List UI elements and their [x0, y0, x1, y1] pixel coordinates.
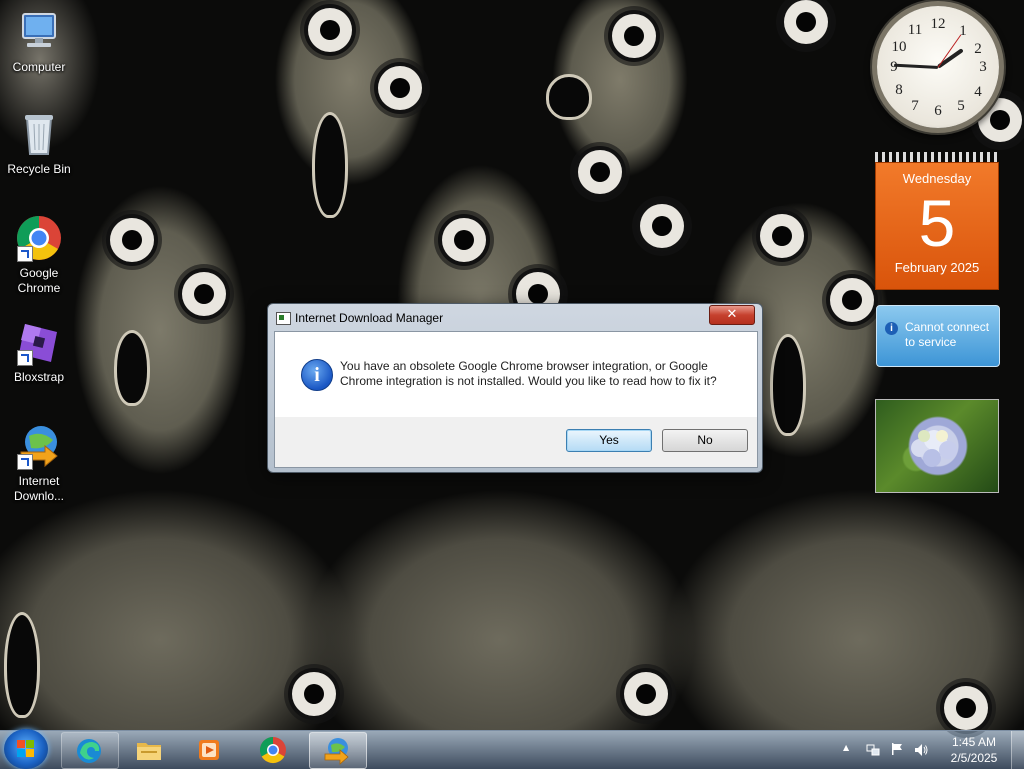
- close-button[interactable]: ✕: [709, 305, 755, 325]
- wallpaper-eye: [308, 8, 352, 52]
- network-icon[interactable]: [866, 743, 880, 757]
- recycle-bin-icon: [15, 110, 63, 158]
- clock-number: 7: [911, 98, 919, 114]
- clock-number: 11: [907, 22, 923, 38]
- taskbar: ▲ 1:45 AM 2/5/2025: [0, 729, 1024, 769]
- idm-icon: [15, 422, 63, 470]
- clock-number: 10: [891, 39, 907, 55]
- shortcut-arrow-icon: [17, 454, 33, 470]
- action-center-flag-icon[interactable]: [890, 742, 904, 756]
- desktop-icon-computer[interactable]: Computer: [1, 8, 77, 75]
- idm-icon: [324, 738, 349, 765]
- clock-gadget[interactable]: 12 1 2 3 4 5 6 7 8 9 10 11: [877, 6, 999, 128]
- calendar-day-number: 5: [918, 186, 956, 260]
- shortcut-arrow-icon: [17, 350, 33, 366]
- clock-number: 3: [979, 59, 987, 75]
- media-player-icon: [199, 740, 219, 760]
- wallpaper-eye: [292, 672, 336, 716]
- calendar-page: Wednesday 5 February 2025: [875, 162, 999, 290]
- desktop-icon-bloxstrap[interactable]: Bloxstrap: [1, 318, 77, 385]
- clock-hour-hand: [936, 48, 964, 69]
- wallpaper-eye: [578, 150, 622, 194]
- desktop-icon-label: Recycle Bin: [7, 162, 71, 176]
- wallpaper-mouth: [770, 334, 806, 436]
- clock-number: 5: [957, 98, 965, 114]
- desktop-icon-internet-download-manager[interactable]: Internet Downlo...: [1, 422, 77, 504]
- desktop-icon-label: Computer: [12, 60, 66, 74]
- desktop-icon-recycle-bin[interactable]: Recycle Bin: [1, 110, 77, 177]
- calendar-gadget[interactable]: Wednesday 5 February 2025: [875, 152, 999, 290]
- shortcut-arrow-icon: [17, 246, 33, 262]
- info-icon: i: [885, 322, 898, 335]
- computer-icon: [15, 8, 63, 56]
- slideshow-gadget[interactable]: [875, 399, 999, 493]
- clock-number: 8: [895, 82, 903, 98]
- wallpaper-eye: [624, 672, 668, 716]
- bloxstrap-icon: [15, 318, 63, 366]
- wallpaper-eye: [640, 204, 684, 248]
- edge-icon: [77, 739, 101, 763]
- info-icon: i: [301, 359, 333, 391]
- show-hidden-icons-button[interactable]: ▲: [843, 743, 849, 752]
- wallpaper-eye: [378, 66, 422, 110]
- wallpaper-eye: [442, 218, 486, 262]
- wallpaper-eye: [612, 14, 656, 58]
- start-button[interactable]: [4, 729, 48, 769]
- chrome-icon: [15, 214, 63, 262]
- windows-logo-icon: [17, 740, 35, 758]
- dialog-message-area: i You have an obsolete Google Chrome bro…: [275, 332, 757, 417]
- yes-button[interactable]: Yes: [566, 429, 652, 452]
- idm-app-icon: [276, 312, 291, 325]
- wallpaper-mouth: [4, 612, 40, 718]
- volume-icon[interactable]: [914, 743, 928, 757]
- desktop-icon-label: Bloxstrap: [13, 370, 65, 384]
- hydrangea-photo: [911, 430, 957, 467]
- calendar-rings: [875, 152, 999, 162]
- clock-number: 2: [974, 41, 982, 57]
- desktop-icon-google-chrome[interactable]: Google Chrome: [1, 214, 77, 296]
- chrome-icon: [259, 736, 286, 764]
- wallpaper-mouth: [312, 112, 348, 218]
- wallpaper-mouth: [114, 330, 150, 406]
- calendar-month-year: February 2025: [894, 260, 980, 275]
- taskbar-idm[interactable]: [309, 732, 367, 769]
- taskbar-explorer[interactable]: [122, 732, 178, 767]
- desktop-icon-label: Internet Downlo...: [13, 474, 65, 503]
- taskbar-media-player[interactable]: [182, 732, 238, 767]
- wallpaper-eye: [944, 686, 988, 730]
- wallpaper-eye: [110, 218, 154, 262]
- clock-number: 12: [930, 16, 946, 32]
- weather-status-text: Cannot connect to service: [905, 320, 990, 349]
- show-desktop-button[interactable]: [1011, 731, 1024, 769]
- weather-gadget[interactable]: i Cannot connect to service: [876, 305, 1000, 367]
- dialog-message: You have an obsolete Google Chrome brows…: [340, 359, 717, 388]
- desktop-icon-label: Google Chrome: [17, 266, 61, 295]
- taskbar-date: 2/5/2025: [950, 751, 998, 765]
- no-button[interactable]: No: [662, 429, 748, 452]
- calendar-weekday: Wednesday: [902, 171, 972, 186]
- taskbar-edge[interactable]: [61, 732, 119, 769]
- folder-icon: [137, 743, 161, 760]
- wallpaper-eye: [830, 278, 874, 322]
- wallpaper-eye: [784, 0, 828, 44]
- close-icon: ✕: [726, 307, 738, 322]
- clock-number: 9: [890, 59, 898, 75]
- clock-number: 6: [934, 103, 942, 119]
- wallpaper-eye: [182, 272, 226, 316]
- taskbar-time: 1:45 AM: [951, 735, 997, 749]
- taskbar-clock[interactable]: 1:45 AM 2/5/2025: [944, 734, 1004, 766]
- wallpaper-mouth: [546, 74, 592, 120]
- taskbar-chrome[interactable]: [246, 732, 302, 767]
- clock-number: 4: [974, 84, 982, 100]
- dialog-client-area: i You have an obsolete Google Chrome bro…: [274, 331, 758, 468]
- dialog-title: Internet Download Manager: [295, 311, 444, 325]
- idm-dialog: Internet Download Manager ✕ i You have a…: [267, 303, 763, 473]
- wallpaper-eye: [760, 214, 804, 258]
